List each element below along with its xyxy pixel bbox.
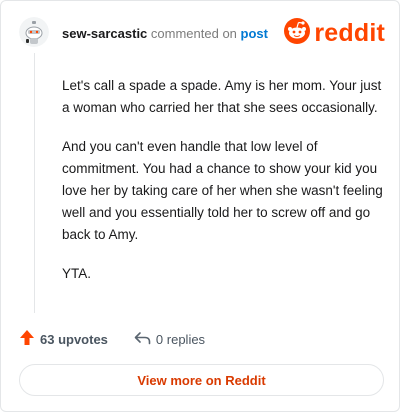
upvote-arrow-icon [19,329,40,349]
reply-count: 0 replies [155,331,206,347]
reddit-logo[interactable]: reddit [284,17,385,49]
reply-arrow-icon [134,331,156,348]
reddit-wordmark: reddit [314,19,385,47]
reddit-snoo-logo-icon [284,17,311,49]
comment-paragraph: YTA. [62,266,92,281]
comment-actions: 63 upvotes 0 replies [19,329,231,349]
embedded-comment-card: sew-sarcastic commented on post reddit L… [0,0,400,412]
username[interactable]: sew-sarcastic [62,26,147,41]
comment-paragraph: Let's call a spade a spade. Amy is her m… [62,78,382,115]
upvote-button[interactable]: 63 upvotes [19,329,108,349]
comment-body: Let's call a spade a spade. Amy is her m… [62,75,384,302]
commented-on-text: commented on [150,26,237,41]
replies-button[interactable]: 0 replies [134,331,205,348]
view-more-button[interactable]: View more on Reddit [19,364,384,396]
comment-meta: sew-sarcastic commented on post [62,26,268,41]
comment-header: sew-sarcastic commented on post reddit [19,15,385,51]
upvote-count: 63 upvotes [40,331,108,347]
snoo-avatar-icon[interactable] [19,17,49,47]
thread-line [34,53,35,313]
comment-paragraph: And you can't even handle that low level… [62,139,383,242]
post-link[interactable]: post [241,26,268,41]
